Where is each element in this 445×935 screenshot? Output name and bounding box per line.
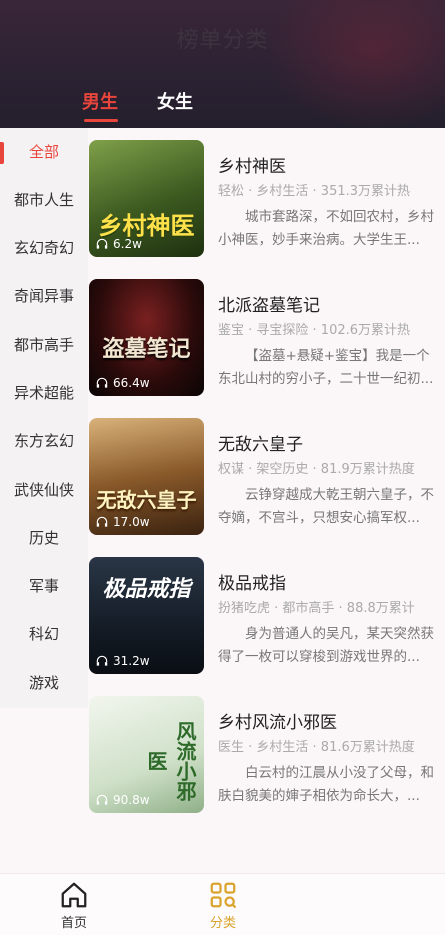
category-item[interactable]: 科幻 [0, 620, 88, 648]
cover-title: 乡村神医 [98, 211, 195, 240]
book-cover[interactable]: 风流小邪医 90.8w [89, 696, 204, 813]
book-title[interactable]: 北派盗墓笔记 [218, 291, 320, 316]
book-cover[interactable]: 盗墓笔记 66.4w [89, 279, 204, 396]
book-title[interactable]: 乡村风流小邪医 [218, 708, 337, 733]
category-item[interactable]: 军事 [0, 572, 88, 600]
book-card[interactable]: 极品戒指 31.2w 极品戒指 扮猪吃虎 · 都市高手 · 88.8万累计 身为… [88, 545, 445, 674]
tab-active-indicator [84, 119, 118, 122]
category-item[interactable]: 奇闻异事 [0, 282, 88, 310]
listen-count: 90.8w [95, 793, 150, 807]
book-meta: 医生 · 乡村生活 · 81.6万累计热度 [218, 740, 415, 755]
nav-category[interactable]: 分类 [193, 880, 253, 931]
listen-count: 6.2w [95, 237, 142, 251]
category-icon [210, 882, 237, 909]
category-item[interactable]: 异术超能 [0, 379, 88, 407]
headphones-icon [96, 794, 108, 805]
book-description: 云铮穿越成大乾王朝六皇子，不夺嫡，不宫斗，只想安心搞军权... [218, 487, 434, 526]
book-card[interactable]: 乡村神医 6.2w 乡村神医 轻松 · 乡村生活 · 351.3万累计热 城市套… [88, 128, 445, 257]
book-description: 身为普通人的吴凡，某天突然获得了一枚可以穿梭到游戏世界的... [218, 626, 434, 665]
headphones-icon [96, 377, 108, 388]
category-item[interactable]: 武侠仙侠 [0, 476, 88, 504]
category-item[interactable]: 东方玄幻 [0, 427, 88, 455]
cover-title: 无敌六皇子 [96, 488, 197, 512]
book-cover[interactable]: 无敌六皇子 17.0w [89, 418, 204, 535]
listen-count: 17.0w [95, 515, 150, 529]
home-icon [61, 882, 87, 908]
listen-count: 31.2w [95, 654, 150, 668]
book-description: 城市套路深，不如回农村，乡村小神医，妙手来治病。大学生王... [218, 209, 434, 248]
book-title[interactable]: 极品戒指 [218, 569, 286, 594]
headphones-icon [96, 516, 108, 527]
category-item[interactable]: 都市人生 [0, 186, 88, 214]
tab-female[interactable]: 女生 [157, 88, 193, 114]
book-meta: 权谋 · 架空历史 · 81.9万累计热度 [218, 462, 415, 477]
book-card[interactable]: 风流小邪医 90.8w 乡村风流小邪医 医生 · 乡村生活 · 81.6万累计热… [88, 684, 445, 813]
category-item[interactable]: 历史 [0, 524, 88, 552]
book-cover[interactable]: 乡村神医 6.2w [89, 140, 204, 257]
cover-title: 风流小邪医 [144, 721, 197, 801]
bottom-nav: 首页 分类 [0, 873, 445, 935]
category-item[interactable]: 都市高手 [0, 331, 88, 359]
category-item[interactable]: 玄幻奇幻 [0, 234, 88, 262]
cover-title: 极品戒指 [102, 576, 191, 602]
category-sidebar: 全部 都市人生 玄幻奇幻 奇闻异事 都市高手 异术超能 东方玄幻 武侠仙侠 历史… [0, 128, 88, 708]
tab-male[interactable]: 男生 [82, 88, 118, 114]
headphones-icon [96, 238, 108, 249]
page-title: 榜单分类 [176, 28, 269, 53]
nav-home[interactable]: 首页 [44, 880, 104, 931]
headphones-icon [96, 655, 108, 666]
header: 榜单分类 男生 女生 [0, 0, 445, 128]
book-title[interactable]: 无敌六皇子 [218, 430, 303, 455]
book-description: 【盗墓+悬疑+鉴宝】我是一个东北山村的穷小子，二十世一纪初... [218, 348, 434, 387]
cover-title: 盗墓笔记 [102, 336, 191, 362]
book-meta: 扮猪吃虎 · 都市高手 · 88.8万累计 [218, 601, 415, 616]
book-cover[interactable]: 极品戒指 31.2w [89, 557, 204, 674]
book-meta: 鉴宝 · 寻宝探险 · 102.6万累计热 [218, 323, 411, 338]
book-card[interactable]: 无敌六皇子 17.0w 无敌六皇子 权谋 · 架空历史 · 81.9万累计热度 … [88, 406, 445, 535]
book-card[interactable]: 盗墓笔记 66.4w 北派盗墓笔记 鉴宝 · 寻宝探险 · 102.6万累计热 … [88, 267, 445, 396]
category-item-all[interactable]: 全部 [0, 138, 88, 166]
nav-category-label: 分类 [209, 916, 236, 931]
listen-count: 66.4w [95, 376, 150, 390]
category-item[interactable]: 游戏 [0, 669, 88, 697]
nav-home-label: 首页 [60, 916, 87, 931]
book-meta: 轻松 · 乡村生活 · 351.3万累计热 [218, 184, 411, 199]
book-description: 白云村的江晨从小没了父母，和肤白貌美的婶子相依为命长大，... [218, 765, 434, 804]
book-title[interactable]: 乡村神医 [218, 152, 286, 177]
